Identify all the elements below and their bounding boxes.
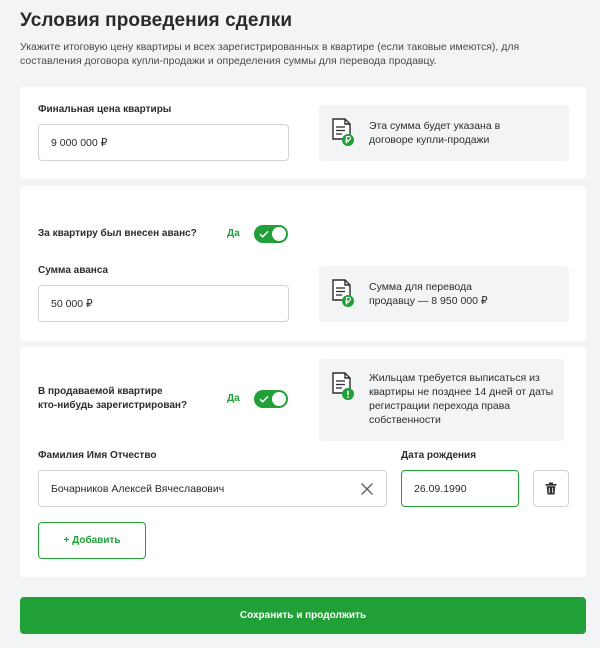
delete-resident-button[interactable]	[533, 470, 569, 507]
price-label: Финальная цена квартиры	[38, 104, 172, 115]
advance-toggle[interactable]	[254, 225, 288, 243]
birth-date-input[interactable]: 26.09.1990	[401, 470, 519, 507]
advance-toggle-label: Да	[227, 228, 240, 239]
advance-amount-value: 50 000 ₽	[51, 297, 93, 310]
birth-date-label: Дата рождения	[401, 450, 477, 461]
document-ruble-icon	[332, 279, 354, 307]
price-input-value: 9 000 000 ₽	[51, 136, 108, 149]
residents-card: В продаваемой квартире кто-нибудь зареги…	[20, 347, 586, 577]
advance-info-line2: продавцу — 8 950 000 ₽	[369, 295, 488, 307]
check-icon	[259, 395, 269, 403]
save-continue-button[interactable]: Сохранить и продолжить	[20, 597, 586, 634]
residents-question: В продаваемой квартире кто-нибудь зареги…	[38, 385, 187, 413]
document-ruble-icon	[332, 118, 354, 146]
price-card: Финальная цена квартиры 9 000 000 ₽ Эта …	[20, 87, 586, 179]
residents-toggle-label: Да	[227, 393, 240, 404]
toggle-knob	[272, 227, 286, 241]
page-subtitle: Укажите итоговую цену квартиры и всех за…	[20, 41, 520, 67]
full-name-input[interactable]: Бочарников Алексей Вячеславович	[38, 470, 387, 507]
price-info-box: Эта сумма будет указана в договоре купли…	[319, 105, 569, 161]
advance-info-box: Сумма для перевода продавцу — 8 950 000 …	[319, 266, 569, 322]
residents-info-line4: собственности	[369, 414, 441, 426]
advance-amount-label: Сумма аванса	[38, 265, 109, 276]
residents-question-line2: кто-нибудь зарегистрирован?	[38, 400, 188, 411]
residents-question-line1: В продаваемой квартире	[38, 386, 163, 397]
toggle-knob	[272, 392, 286, 406]
advance-question: За квартиру был внесен аванс?	[38, 228, 197, 239]
trash-icon	[545, 482, 557, 495]
residents-info-box: Жильцам требуется выписаться из квартиры…	[319, 359, 564, 441]
birth-date-value: 26.09.1990	[414, 482, 467, 495]
close-icon[interactable]	[360, 482, 374, 496]
residents-info-line1: Жильцам требуется выписаться из	[369, 372, 540, 384]
residents-toggle[interactable]	[254, 390, 288, 408]
residents-info-line2: квартиры не позднее 14 дней от даты	[369, 386, 554, 398]
full-name-label: Фамилия Имя Отчество	[38, 450, 157, 461]
advance-amount-input[interactable]: 50 000 ₽	[38, 285, 289, 322]
page-title: Условия проведения сделки	[20, 10, 293, 31]
check-icon	[259, 230, 269, 238]
price-info-line1: Эта сумма будет указана в	[369, 120, 501, 132]
advance-info-line1: Сумма для перевода	[369, 281, 473, 293]
advance-card: За квартиру был внесен аванс? Да Сумма а…	[20, 186, 586, 341]
residents-info-line3: регистрации перехода права	[369, 400, 511, 412]
add-resident-button[interactable]: + Добавить	[38, 522, 146, 559]
price-input[interactable]: 9 000 000 ₽	[38, 124, 289, 161]
full-name-value: Бочарников Алексей Вячеславович	[51, 482, 225, 495]
document-warning-icon	[332, 372, 354, 400]
price-info-line2: договоре купли-продажи	[369, 134, 490, 146]
